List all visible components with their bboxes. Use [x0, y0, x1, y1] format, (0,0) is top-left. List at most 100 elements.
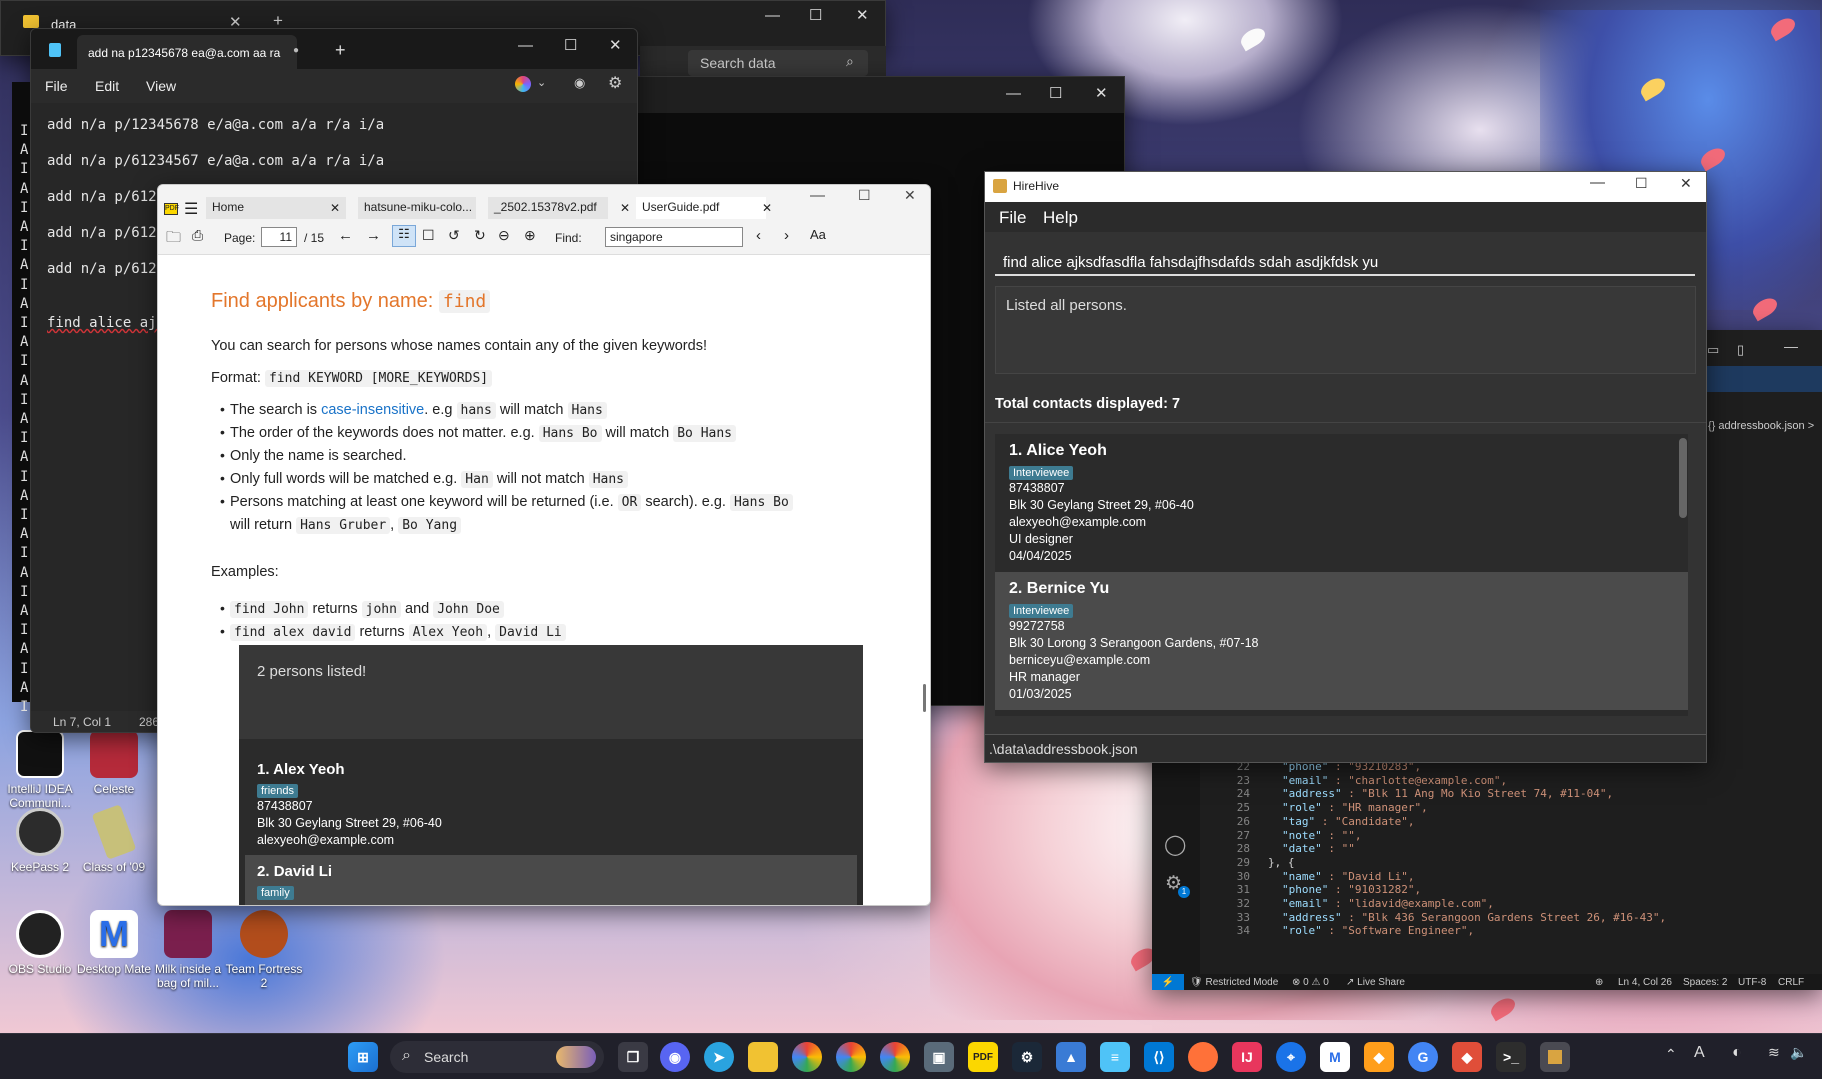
search-input[interactable]: Search data ⌕ [688, 50, 868, 76]
sumatra-pdf-icon[interactable]: PDF [968, 1042, 998, 1072]
app-icon[interactable]: ◆ [1364, 1042, 1394, 1072]
menu-help[interactable]: Help [1043, 208, 1078, 228]
minimize-icon[interactable]: — [518, 37, 533, 54]
problems-status[interactable]: ⊗ 0 ⚠ 0 [1292, 977, 1329, 988]
menu-file[interactable]: File [45, 78, 68, 94]
desktop-icon-obs[interactable]: OBS Studio [0, 910, 80, 976]
maximize-icon[interactable]: ☐ [809, 6, 822, 24]
firefox-icon[interactable] [1188, 1042, 1218, 1072]
taskbar-search[interactable]: ⌕ Search [390, 1041, 604, 1073]
case-insensitive-link[interactable]: case-insensitive [321, 402, 424, 418]
find-prev-icon[interactable]: ‹ [756, 227, 761, 244]
new-tab-icon[interactable]: + [335, 40, 346, 61]
desktop-icon-celeste[interactable]: Celeste [74, 730, 154, 796]
eol-status[interactable]: CRLF [1778, 977, 1804, 988]
indentation-status[interactable]: Spaces: 2 [1683, 977, 1727, 988]
copilot-icon[interactable] [515, 76, 531, 92]
desktop-icon-class-of-09[interactable]: Class of '09 [74, 804, 154, 874]
page-number-input[interactable]: 11 [261, 227, 297, 247]
zoom-icon[interactable]: ⊕ [1595, 977, 1603, 988]
rotate-right-icon[interactable]: ↻ [474, 227, 486, 244]
close-icon[interactable]: ✕ [1095, 84, 1108, 102]
remote-icon[interactable]: ⚡ [1152, 974, 1184, 990]
copilot-icon[interactable]: ◐ [1732, 1044, 1742, 1062]
desktop-icon-milk[interactable]: Milk inside a bag of mil... [148, 910, 228, 990]
minimize-icon[interactable]: — [765, 7, 780, 24]
start-button[interactable]: ⊞ [348, 1042, 378, 1072]
chrome-canary-icon[interactable] [880, 1042, 910, 1072]
desktop-icon-intellij[interactable]: IntelliJ IDEA Communi... [0, 730, 80, 810]
minimize-icon[interactable]: — [1006, 85, 1021, 102]
account-icon[interactable]: ◉ [574, 75, 585, 91]
git-icon[interactable]: ◆ [1452, 1042, 1482, 1072]
chevron-down-icon[interactable]: ⌄ [537, 76, 546, 89]
menu-file[interactable]: File [999, 208, 1026, 228]
rotate-left-icon[interactable]: ↺ [448, 227, 460, 244]
open-folder-icon[interactable]: 🗀 [166, 227, 181, 252]
scrollbar-thumb[interactable] [1679, 438, 1687, 518]
notepad-icon[interactable]: ≡ [1100, 1042, 1130, 1072]
person-card[interactable]: 1. Alice Yeoh Interviewee 87438807 Blk 3… [995, 434, 1688, 572]
telegram-icon[interactable]: ➤ [704, 1042, 734, 1072]
intellij-icon[interactable]: IJ [1232, 1042, 1262, 1072]
menu-view[interactable]: View [146, 78, 176, 94]
close-icon[interactable]: ✕ [1680, 175, 1692, 192]
command-input[interactable]: find alice ajksdfasdfla fahsdajfhsdafds … [995, 240, 1695, 276]
pdf-page[interactable]: Find applicants by name: find You can se… [158, 256, 930, 905]
maximize-icon[interactable]: ☐ [1635, 175, 1648, 192]
vscode-icon[interactable]: ⟨⟩ [1144, 1042, 1174, 1072]
toggle-secondary-sidebar-icon[interactable]: ▯ [1737, 342, 1744, 358]
maximize-icon[interactable]: ☐ [564, 36, 577, 54]
tab-userguide[interactable]: UserGuide.pdf [636, 197, 766, 219]
hirehive-window[interactable]: HireHive — ☐ ✕ File Help find alice ajks… [984, 171, 1707, 763]
desktop-icon-tf2[interactable]: Team Fortress 2 [224, 910, 304, 990]
encoding-status[interactable]: UTF-8 [1738, 977, 1766, 988]
close-icon[interactable]: ✕ [904, 187, 916, 204]
scrollbar-thumb[interactable] [923, 684, 926, 712]
restricted-mode-status[interactable]: 🛡 Restricted Mode [1190, 977, 1278, 988]
result-display[interactable]: Listed all persons. [995, 286, 1696, 374]
maximize-icon[interactable]: ☐ [858, 187, 871, 204]
chevron-up-icon[interactable]: ⌃ [1665, 1046, 1677, 1063]
person-list[interactable]: 1. Alice Yeoh Interviewee 87438807 Blk 3… [995, 434, 1688, 716]
menu-edit[interactable]: Edit [95, 78, 119, 94]
minimize-icon[interactable]: — [810, 187, 825, 204]
toggle-panel-icon[interactable]: ▭ [1707, 342, 1719, 358]
file-explorer-icon[interactable] [748, 1042, 778, 1072]
volume-icon[interactable]: 🔈 [1790, 1044, 1807, 1061]
close-icon[interactable]: ✕ [620, 201, 630, 215]
hirehive-taskbar-icon[interactable] [1540, 1042, 1570, 1072]
task-view-icon[interactable]: ❐ [618, 1042, 648, 1072]
wifi-icon[interactable]: ≋ [1768, 1044, 1780, 1061]
live-share-status[interactable]: ↗ Live Share [1346, 977, 1405, 988]
continuous-view-icon[interactable]: ☷ [392, 225, 416, 247]
close-icon[interactable]: ✕ [330, 201, 340, 215]
desktop-mate-icon[interactable]: M [1320, 1042, 1350, 1072]
person-card[interactable]: 2. Bernice Yu Interviewee 99272758 Blk 3… [995, 572, 1688, 710]
zoom-out-icon[interactable]: ⊖ [498, 227, 510, 244]
chrome-icon[interactable] [792, 1042, 822, 1072]
prev-page-icon[interactable]: ← [338, 227, 353, 244]
cursor-position-status[interactable]: Ln 4, Col 26 [1618, 977, 1672, 988]
gear-icon[interactable]: ⚙ [608, 73, 622, 93]
discord-icon[interactable]: ◉ [660, 1042, 690, 1072]
maps-icon[interactable]: ⌖ [1276, 1042, 1306, 1072]
steam-icon[interactable]: ⚙ [1012, 1042, 1042, 1072]
close-icon[interactable]: ✕ [856, 6, 869, 24]
tab-arxiv[interactable]: _2502.15378v2.pdf [488, 197, 608, 219]
find-input[interactable]: singapore [605, 227, 743, 247]
tab-miku[interactable]: hatsune-miku-colo... [358, 197, 476, 219]
input-method-icon[interactable]: A [1694, 1044, 1705, 1062]
chrome-profile-icon[interactable] [836, 1042, 866, 1072]
print-icon[interactable]: ⎙ [192, 227, 203, 244]
next-page-icon[interactable]: → [366, 227, 381, 244]
minimize-icon[interactable]: — [1590, 174, 1605, 191]
terminal-icon[interactable]: >_ [1496, 1042, 1526, 1072]
match-case-icon[interactable]: Aa [810, 227, 826, 242]
desktop-icon-keepass[interactable]: KeePass 2 [0, 808, 80, 874]
desktop-icon-desktop-mate[interactable]: M Desktop Mate [74, 910, 154, 976]
pdf-viewer-window[interactable]: PDF ☰ Home ✕ hatsune-miku-colo... _2502.… [157, 184, 931, 906]
accounts-icon[interactable]: ◯ [1164, 832, 1186, 857]
photos-icon[interactable]: ▲ [1056, 1042, 1086, 1072]
zoom-in-icon[interactable]: ⊕ [524, 227, 536, 244]
